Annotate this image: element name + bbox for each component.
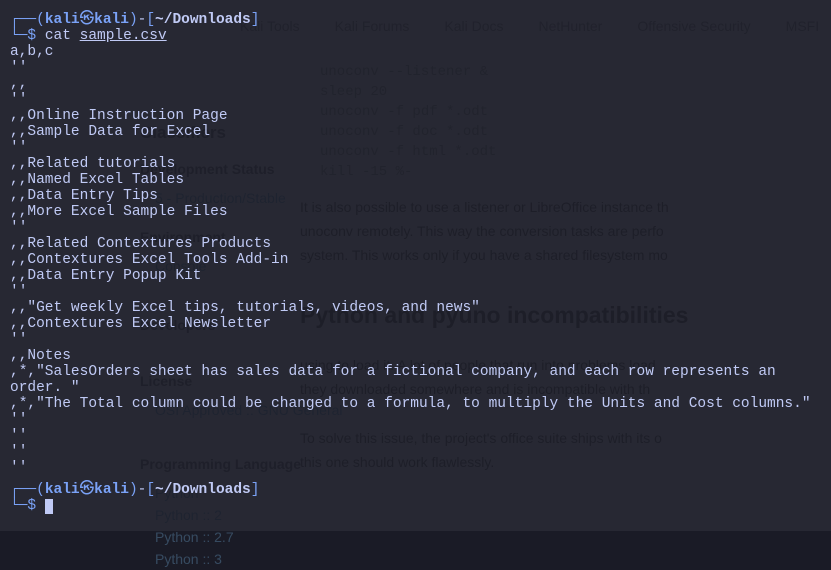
- prompt-user: kali: [45, 12, 80, 28]
- prompt-host: kali: [94, 12, 129, 28]
- terminal-window[interactable]: ┌──(kali㉿kali)-[~/Downloads] └─$ cat sam…: [0, 0, 831, 531]
- command-arg: sample.csv: [80, 28, 167, 44]
- prompt-user: kali: [45, 482, 80, 498]
- prompt-path: ~/Downloads: [155, 12, 251, 28]
- prompt-path: ~/Downloads: [155, 482, 251, 498]
- command: cat: [45, 28, 71, 44]
- cursor: [45, 499, 53, 514]
- prompt-line-1: ┌──(kali㉿kali)-[~/Downloads]: [10, 12, 821, 28]
- prompt-host: kali: [94, 482, 129, 498]
- terminal-output: a,b,c '' ,, '' ,,Online Instruction Page…: [10, 44, 821, 476]
- prompt-line-4[interactable]: └─$: [10, 498, 821, 514]
- pl-link: Python :: 3: [155, 548, 343, 570]
- prompt-line-2: └─$ cat sample.csv: [10, 28, 821, 44]
- prompt-line-3: ┌──(kali㉿kali)-[~/Downloads]: [10, 482, 821, 498]
